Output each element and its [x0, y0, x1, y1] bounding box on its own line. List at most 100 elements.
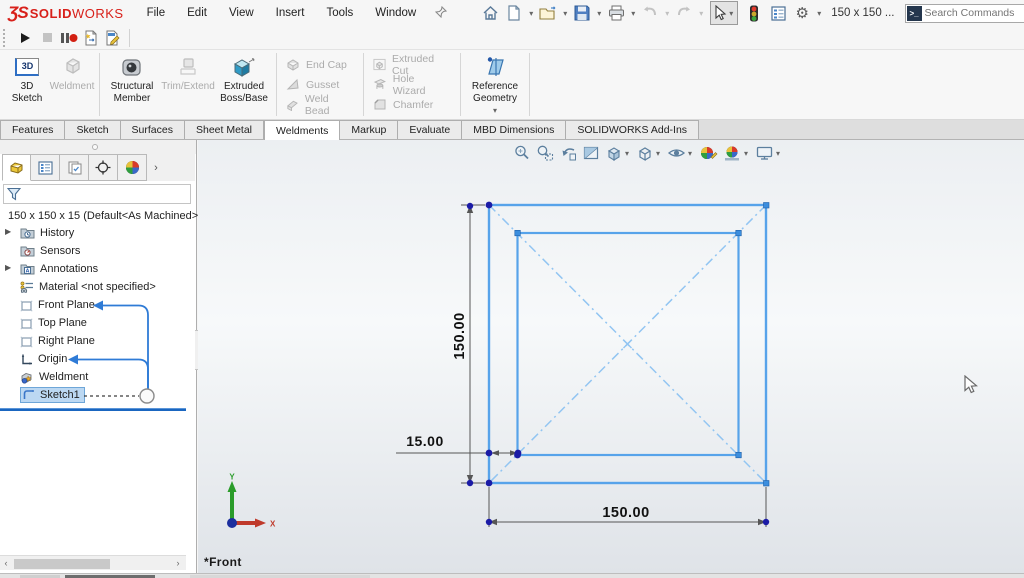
reference-geometry-button[interactable]: Reference Geometry ▾ [464, 50, 526, 119]
search-scope-icon[interactable]: >_ [907, 6, 922, 21]
model-motion-tabs-strip[interactable] [0, 573, 1024, 578]
pin-menu-icon[interactable] [435, 6, 447, 21]
tree-root-part[interactable]: 150 x 150 x 15 (Default<As Machined> [0, 207, 186, 224]
open-document-icon[interactable] [537, 2, 559, 24]
options-list-icon[interactable] [767, 2, 789, 24]
extruded-cut-button[interactable]: Extruded Cut [367, 56, 457, 73]
menu-tools[interactable]: Tools [317, 3, 362, 23]
configurationmanager-tab[interactable] [60, 154, 89, 181]
open-document-caret[interactable]: ▾ [561, 9, 569, 18]
new-macro-icon[interactable] [80, 28, 102, 48]
menu-items: File Edit View Insert Tools Window [138, 3, 426, 23]
tab-surfaces[interactable]: Surfaces [121, 120, 185, 139]
rollback-bar[interactable] [0, 408, 186, 411]
search-commands-input[interactable] [925, 7, 1024, 19]
scroll-right-arrow[interactable]: › [172, 558, 184, 568]
undo-caret[interactable]: ▾ [663, 9, 671, 18]
sketch1-selection[interactable]: Sketch1 [20, 387, 85, 403]
panel-splitter-handle[interactable] [92, 144, 98, 150]
dimension-height-text[interactable]: 150.00 [452, 312, 468, 359]
save-caret[interactable]: ▾ [595, 9, 603, 18]
displaymanager-tab[interactable] [118, 154, 147, 181]
print-icon[interactable] [605, 2, 627, 24]
select-tool[interactable]: ▾ [710, 1, 738, 25]
gusset-button[interactable]: Gusset [280, 76, 360, 93]
tab-sheet-metal[interactable]: Sheet Metal [185, 120, 264, 139]
dimension-width-text[interactable]: 150.00 [602, 505, 649, 521]
tab-mbd-dimensions[interactable]: MBD Dimensions [462, 120, 566, 139]
propertymanager-tab[interactable] [31, 154, 60, 181]
new-document-icon[interactable] [503, 2, 525, 24]
end-cap-button[interactable]: End Cap [280, 56, 360, 73]
tree-filter-box[interactable] [3, 184, 191, 204]
tab-sketch[interactable]: Sketch [65, 120, 120, 139]
scroll-left-arrow[interactable]: ‹ [0, 558, 12, 568]
run-macro-icon[interactable] [14, 28, 36, 48]
reference-geometry-caret[interactable]: ▾ [491, 106, 499, 115]
menu-bar: ƷS SOLID WORKS File Edit View Insert Too… [0, 0, 1024, 26]
options-gear-caret[interactable]: ▾ [815, 9, 823, 18]
new-document-caret[interactable]: ▾ [527, 9, 535, 18]
structural-member-button[interactable]: Structural Member [103, 50, 161, 119]
expand-arrow-icon[interactable]: ▶ [5, 227, 11, 236]
tab-evaluate[interactable]: Evaluate [398, 120, 462, 139]
home-icon[interactable] [479, 2, 501, 24]
tree-item-material[interactable]: Material <not specified> [0, 278, 186, 296]
edit-macro-icon[interactable] [102, 28, 124, 48]
redo-icon[interactable] [673, 2, 695, 24]
panel-horizontal-scrollbar[interactable]: ‹ › [0, 555, 186, 570]
menu-file[interactable]: File [138, 3, 175, 23]
graphics-viewport[interactable]: ▾ ▾ ▾ ▾ ▾ [198, 140, 1024, 573]
menu-insert[interactable]: Insert [267, 3, 314, 23]
redo-caret[interactable]: ▾ [697, 9, 705, 18]
dimension-offset-text[interactable]: 15.00 [406, 433, 444, 449]
tab-solidworks-add-ins[interactable]: SOLIDWORKS Add-Ins [566, 120, 699, 139]
record-pause-macro-icon[interactable] [58, 28, 80, 48]
toolbar-drag-handle[interactable] [3, 29, 8, 47]
menu-edit[interactable]: Edit [178, 3, 216, 23]
tree-item-origin[interactable]: Origin [0, 350, 186, 368]
annotations-folder-icon: A [20, 263, 35, 275]
menu-window[interactable]: Window [366, 3, 425, 23]
interference-traffic-light-icon[interactable] [743, 2, 765, 24]
menu-view[interactable]: View [220, 3, 263, 23]
sketch-points[interactable] [467, 202, 769, 526]
extruded-cut-icon [373, 58, 386, 71]
tree-item-annotations[interactable]: ▶ A Annotations [0, 260, 186, 278]
expand-arrow-icon[interactable]: ▶ [5, 263, 11, 272]
tree-item-top-plane[interactable]: Top Plane [0, 314, 186, 332]
tab-features[interactable]: Features [0, 120, 65, 139]
panel-tabs-expand-chevron[interactable]: › [147, 154, 165, 181]
undo-icon[interactable] [639, 2, 661, 24]
weldment-icon [61, 55, 83, 79]
options-gear-icon[interactable]: ⚙ [791, 2, 813, 24]
hole-wizard-button[interactable]: Hole Wizard [367, 76, 457, 93]
tab-markup[interactable]: Markup [340, 120, 398, 139]
featuremanager-tab[interactable] [2, 154, 31, 181]
chamfer-button[interactable]: Chamfer [367, 96, 457, 113]
document-size-label[interactable]: 150 x 150 ... [831, 7, 894, 19]
construction-diagonals[interactable] [489, 205, 766, 483]
scrollbar-thumb[interactable] [14, 559, 110, 569]
tree-item-history[interactable]: ▶ History [0, 224, 186, 242]
3d-sketch-button[interactable]: 3D 3D Sketch [6, 50, 48, 119]
weld-bead-button[interactable]: Weld Bead [280, 96, 360, 113]
tree-item-weldment[interactable]: Weldment [0, 368, 186, 386]
trim-extend-button[interactable]: Trim/Extend [161, 50, 215, 119]
sketch-canvas[interactable]: 150.00 150.00 15.00 [198, 140, 1024, 573]
tree-item-sketch1[interactable]: Sketch1 [0, 386, 186, 404]
select-tool-caret[interactable]: ▾ [727, 9, 735, 18]
extruded-boss-base-button[interactable]: Extruded Boss/Base [215, 50, 273, 119]
cut-features-group: Extruded Cut Hole Wizard Chamfer [367, 50, 457, 119]
save-icon[interactable] [571, 2, 593, 24]
dimension-offset[interactable] [396, 450, 519, 456]
print-caret[interactable]: ▾ [629, 9, 637, 18]
stop-macro-icon[interactable] [36, 28, 58, 48]
tree-item-sensors[interactable]: Sensors [0, 242, 186, 260]
tab-weldments[interactable]: Weldments [264, 120, 340, 140]
tree-item-right-plane[interactable]: Right Plane [0, 332, 186, 350]
ribbon-separator [460, 53, 461, 116]
dimxpertmanager-tab[interactable] [89, 154, 118, 181]
tree-item-front-plane[interactable]: Front Plane [0, 296, 186, 314]
weldment-button[interactable]: Weldment [48, 50, 96, 119]
